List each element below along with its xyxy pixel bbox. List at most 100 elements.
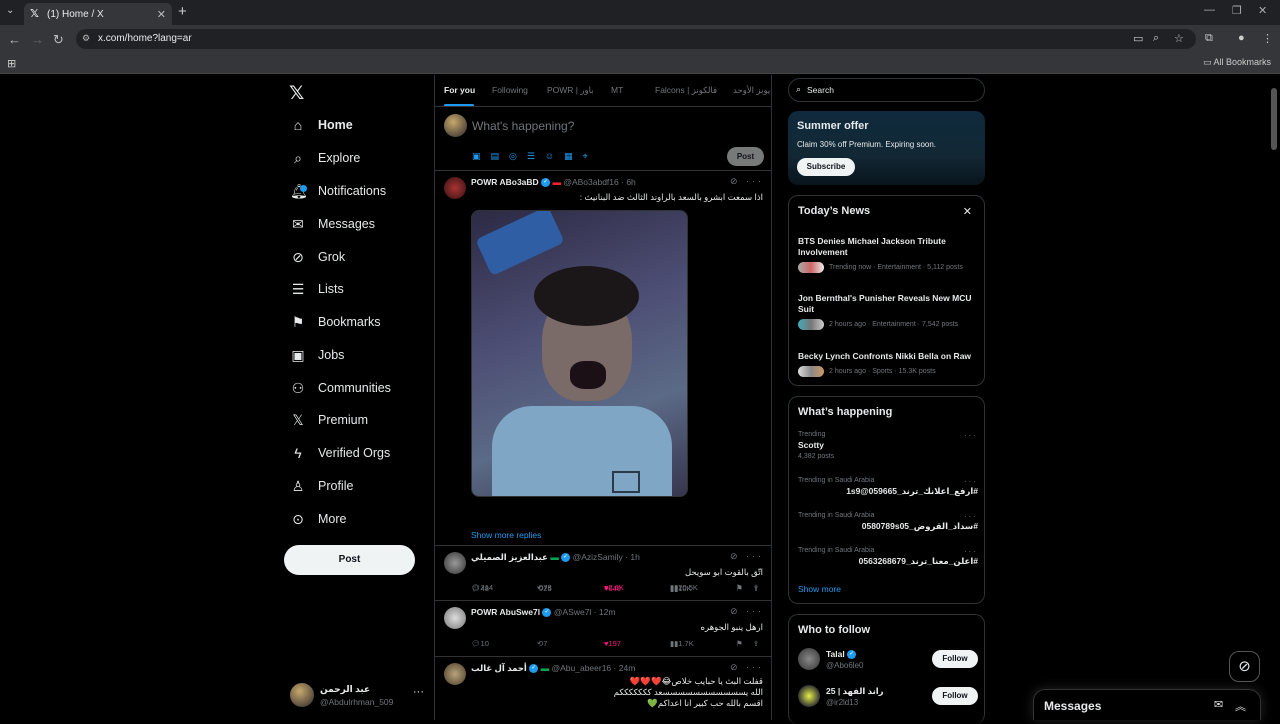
trend-more-icon[interactable]: ··· <box>964 477 978 486</box>
follow-button[interactable]: Follow <box>932 687 978 705</box>
close-window-icon[interactable]: ✕ <box>1258 4 1267 17</box>
trend-item[interactable]: Trending in Saudi Arabia #ارفع_اعلانك_تر… <box>798 477 978 497</box>
tab-list-chevron-icon[interactable]: ⌄ <box>6 5 14 16</box>
tab-mt[interactable]: MT <box>611 85 623 95</box>
reply-button[interactable]: 💬︎ 48 <box>471 584 489 593</box>
reload-icon[interactable]: ↻ <box>53 32 64 48</box>
retweet-button[interactable]: ⟲ 7 <box>537 639 547 648</box>
profile-avatar-icon[interactable]: ● <box>1238 32 1245 44</box>
messages-drawer[interactable]: Messages ✉ ︽ <box>1033 689 1261 720</box>
tweet[interactable]: POWR ABo3aBD ✓ ▬ @ABo3abdf16 · 6h ⊘ ··· … <box>435 172 771 592</box>
tweet-more-icon[interactable]: ⊘ ··· <box>730 662 764 673</box>
page-scrollbar[interactable] <box>1271 88 1277 150</box>
new-tab-icon[interactable]: + <box>178 3 187 20</box>
search-input[interactable]: Search <box>788 78 985 102</box>
cast-icon[interactable]: ▭ <box>1133 32 1143 45</box>
avatar[interactable] <box>444 663 466 685</box>
x-logo-icon[interactable]: 𝕏 <box>289 82 304 105</box>
apps-grid-icon[interactable]: ⊞ <box>7 57 16 70</box>
nav-bookmarks[interactable]: ⚑ Bookmarks <box>290 310 381 334</box>
browser-menu-icon[interactable]: ⋮ <box>1262 32 1273 45</box>
nav-profile[interactable]: ♙ Profile <box>290 474 354 498</box>
bookmark-icon[interactable]: ⚑ <box>736 639 743 648</box>
tweet-handle[interactable]: @ABo3abdf16 <box>563 177 618 187</box>
compose-tools[interactable]: ▣▤◎☰☺▦⌖ <box>472 151 598 162</box>
tab-more-lists[interactable]: يوبز الأوحد <box>733 85 770 96</box>
tweet-handle[interactable]: @Abu_abeer16 <box>551 663 611 673</box>
tweet-author-name[interactable]: عبدالعزيز الصميلي <box>471 552 548 562</box>
share-icon[interactable]: ⇪ <box>753 639 759 648</box>
avatar[interactable] <box>444 552 466 574</box>
tweet-handle[interactable]: @ASwe7l <box>554 607 591 617</box>
news-item[interactable]: Jon Bernthal's Punisher Reveals New MCU … <box>798 293 978 330</box>
tweet-author-name[interactable]: POWR ABo3aBD <box>471 177 539 187</box>
news-item[interactable]: BTS Denies Michael Jackson Tribute Invol… <box>798 236 978 273</box>
account-more-icon[interactable]: ··· <box>413 686 424 698</box>
nav-notifications[interactable]: 🔔︎ Notifications <box>290 179 386 203</box>
trend-more-icon[interactable]: ··· <box>964 547 978 556</box>
bookmark-icon[interactable]: ⚑ <box>736 584 743 593</box>
nav-explore[interactable]: ⌕ Explore <box>290 146 360 170</box>
nav-jobs[interactable]: ▣ Jobs <box>290 343 344 367</box>
tweet-time[interactable]: 6h <box>626 177 635 187</box>
tweet-more-icon[interactable]: ⊘ ··· <box>730 606 764 617</box>
tab-falcons[interactable]: Falcons | فالكونز <box>655 85 717 96</box>
show-more-link[interactable]: Show more <box>798 584 841 594</box>
tweet-handle[interactable]: @AzizSamily <box>573 552 623 562</box>
tweet-time[interactable]: 12m <box>599 607 616 617</box>
tab-following[interactable]: Following <box>492 85 528 95</box>
nav-messages[interactable]: ✉ Messages <box>290 212 375 236</box>
tab-for-you[interactable]: For you <box>444 85 475 95</box>
tweet-author-name[interactable]: POWR AbuSwe7l <box>471 607 540 617</box>
close-icon[interactable]: ✕ <box>963 205 972 218</box>
forward-icon[interactable]: → <box>31 32 44 47</box>
minimize-icon[interactable]: — <box>1204 4 1215 16</box>
sidebar-post-button[interactable]: Post <box>284 545 415 575</box>
expand-drawer-icon[interactable]: ︽ <box>1235 698 1246 714</box>
avatar[interactable] <box>444 177 466 199</box>
tweet-media-video[interactable] <box>471 210 688 497</box>
close-tab-icon[interactable]: ✕ <box>157 8 166 21</box>
url-input[interactable]: x.com/home?lang=ar <box>76 29 1196 49</box>
subscribe-button[interactable]: Subscribe <box>797 158 855 176</box>
bookmark-star-icon[interactable]: ☆ <box>1174 32 1184 45</box>
views-button[interactable]: ▮▮ 1.7K <box>670 639 694 648</box>
compose-input[interactable]: What's happening? <box>472 119 574 133</box>
tweet-time[interactable]: 1h <box>630 552 639 562</box>
maximize-icon[interactable]: ❐ <box>1232 4 1242 17</box>
reply-button[interactable]: 💬︎ 10 <box>471 639 489 648</box>
avatar[interactable] <box>798 685 820 707</box>
nav-grok[interactable]: ⊘ Grok <box>290 245 345 269</box>
browser-tab[interactable]: 𝕏 (1) Home / X ✕ <box>24 3 172 25</box>
account-switcher[interactable]: عبد الرحمن @Abdulrhman_509 <box>290 683 393 707</box>
follow-suggestion[interactable]: 25 | راند الفهد @ir2ld13 Follow <box>798 684 978 710</box>
show-more-replies-link[interactable]: Show more replies <box>471 530 541 540</box>
nav-verified-orgs[interactable]: ϟ Verified Orgs <box>290 441 390 465</box>
news-item[interactable]: Becky Lynch Confronts Nikki Bella on Raw… <box>798 351 978 377</box>
nav-premium[interactable]: 𝕏 Premium <box>290 408 368 432</box>
tweet-more-icon[interactable]: ⊘ ··· <box>730 551 764 562</box>
share-icon[interactable]: ⇪ <box>753 584 759 593</box>
extensions-icon[interactable]: ⧉ <box>1205 32 1213 45</box>
nav-lists[interactable]: ☰ Lists <box>290 277 344 301</box>
like-button[interactable]: ♥ 197 <box>604 639 621 648</box>
compose-post-button[interactable]: Post <box>727 147 764 166</box>
tweet[interactable]: عبدالعزيز الصميلي ▬ ✓ @AzizSamily · 1h ⊘… <box>435 547 771 599</box>
all-bookmarks[interactable]: ▭ All Bookmarks <box>1203 57 1271 68</box>
nav-home[interactable]: ⌂ Home <box>290 113 353 137</box>
nav-communities[interactable]: ⚇ Communities <box>290 376 391 400</box>
site-info-icon[interactable]: ⚙ <box>82 33 90 44</box>
trend-more-icon[interactable]: ··· <box>964 431 978 440</box>
views-button[interactable]: ▮▮ 10K <box>670 584 692 593</box>
new-message-icon[interactable]: ✉ <box>1214 698 1223 711</box>
tweet-more-icon[interactable]: ⊘ ··· <box>730 176 764 187</box>
trend-more-icon[interactable]: ··· <box>964 512 978 521</box>
nav-more[interactable]: ⊙ More <box>290 507 346 531</box>
tweet[interactable]: POWR AbuSwe7l ✓ @ASwe7l · 12m ⊘ ··· ارهل… <box>435 602 771 654</box>
like-button[interactable]: ♥ 640 <box>604 584 621 593</box>
tweet-time[interactable]: 24m <box>619 663 636 673</box>
trend-item[interactable]: Trending in Saudi Arabia #سداد_القروض_05… <box>798 512 978 532</box>
tweet[interactable]: أحمد آل غالب ✓ ▬ @Abu_abeer16 · 24m ⊘ ··… <box>435 658 771 720</box>
trend-item[interactable]: Trending in Saudi Arabia #اعلن_معنا_ترند… <box>798 547 978 567</box>
tweet-author-name[interactable]: أحمد آل غالب <box>471 663 527 673</box>
